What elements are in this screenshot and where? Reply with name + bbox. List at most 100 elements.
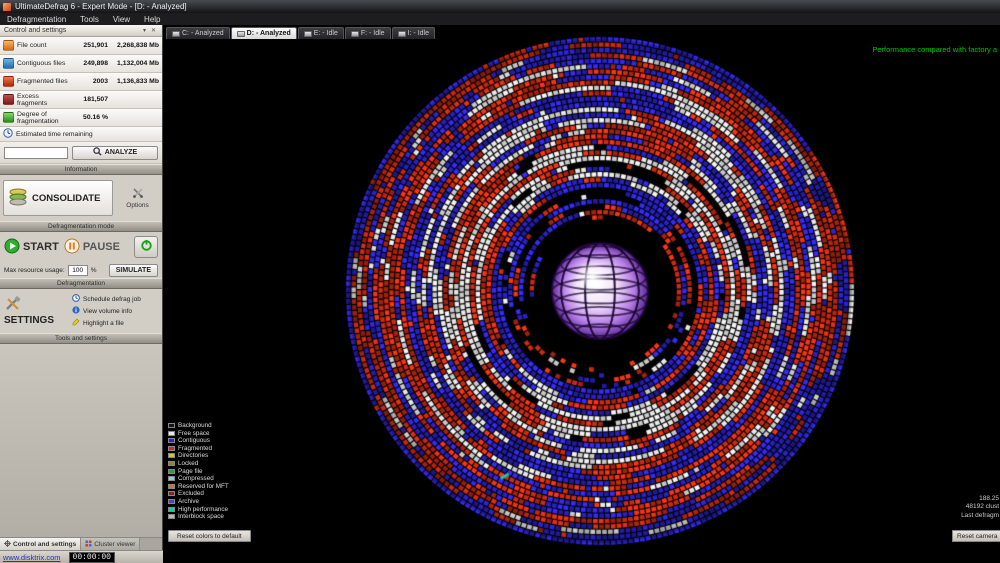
stat-label: File count — [17, 42, 71, 49]
stat-row-contiguous: Contiguous files 249,898 1,132,004 Mb — [0, 55, 162, 73]
tab-control-and-settings[interactable]: Control and settings — [0, 538, 81, 550]
legend-label: Interblock space — [178, 513, 224, 520]
performance-note: Performance compared with factory a — [872, 45, 997, 54]
view-volume-info-label: View volume info — [83, 308, 132, 315]
drive-tab-c[interactable]: C: - Analyzed — [166, 27, 230, 39]
schedule-defrag-label: Schedule defrag job — [83, 296, 141, 303]
drive-tab-d[interactable]: D: - Analyzed — [231, 27, 297, 39]
drive-tab-label: F: - Idle — [361, 30, 385, 37]
legend-color-swatch[interactable] — [168, 469, 175, 474]
fragmented-files-icon — [3, 76, 14, 87]
legend-color-swatch[interactable] — [168, 461, 175, 466]
legend-color-swatch[interactable] — [168, 453, 175, 458]
legend-label: Contiguous — [178, 437, 210, 444]
info-icon — [72, 306, 80, 316]
stop-button[interactable] — [134, 236, 158, 258]
disk-info-line: 48192 clust — [961, 503, 999, 512]
statusbar: www.disktrix.com 00:00:00 — [0, 550, 1000, 563]
clock-icon — [3, 125, 13, 143]
legend-color-swatch[interactable] — [168, 514, 175, 519]
highlight-file-label: Highlight a file — [83, 320, 124, 327]
percent-label: % — [91, 267, 97, 274]
stat-label: Excess fragments — [17, 93, 71, 107]
gear-icon — [4, 540, 11, 549]
stat-row-file-count: File count 251,901 2,268,838 Mb — [0, 37, 162, 55]
start-button[interactable]: START — [4, 238, 59, 257]
legend-label: Excluded — [178, 490, 204, 497]
highlight-file-link[interactable]: Highlight a file — [72, 318, 158, 328]
schedule-defrag-link[interactable]: Schedule defrag job — [72, 294, 158, 304]
drive-icon — [304, 31, 312, 37]
disktrix-link[interactable]: www.disktrix.com — [3, 553, 61, 562]
consolidate-button[interactable]: CONSOLIDATE — [3, 180, 113, 216]
play-icon — [4, 238, 20, 257]
drive-icon — [237, 31, 245, 37]
pause-icon — [64, 238, 80, 257]
app-icon — [3, 3, 11, 11]
sidebar-header: Control and settings ▾ ✕ — [0, 25, 162, 37]
legend-color-swatch[interactable] — [168, 484, 175, 489]
disk-visualization[interactable] — [163, 25, 1000, 550]
menubar: Defragmentation Tools View Help — [0, 13, 1000, 25]
time-remaining-field[interactable] — [4, 147, 68, 159]
settings-button[interactable]: SETTINGS — [4, 292, 68, 330]
legend-color-swatch[interactable] — [168, 507, 175, 512]
legend-label: Locked — [178, 460, 198, 467]
drive-icon — [172, 31, 180, 37]
reset-camera-button[interactable]: Reset camera — [952, 530, 1000, 542]
tools-area: SETTINGS Schedule defrag job View volume… — [0, 289, 162, 333]
estimated-time-row: Estimated time remaining — [0, 127, 162, 142]
simulate-button[interactable]: SIMULATE — [109, 264, 158, 277]
legend-color-swatch[interactable] — [168, 423, 175, 428]
legend-item: Excluded — [168, 491, 229, 498]
settings-label: SETTINGS — [4, 315, 54, 326]
drive-icon — [398, 31, 406, 37]
drive-icon — [351, 31, 359, 37]
menu-help[interactable]: Help — [137, 15, 167, 24]
reset-colors-button[interactable]: Reset colors to default — [168, 530, 251, 542]
analyze-label: ANALYZE — [105, 149, 137, 156]
drive-tab-e[interactable]: E: - Idle — [298, 27, 344, 39]
menu-defragmentation[interactable]: Defragmentation — [0, 15, 73, 24]
legend-item: Fragmented — [168, 445, 229, 452]
legend-label: High performance — [178, 506, 228, 513]
legend-item: High performance — [168, 506, 229, 513]
legend-color-swatch[interactable] — [168, 446, 175, 451]
options-button[interactable]: Options — [116, 187, 159, 209]
statusbar-left: www.disktrix.com 00:00:00 — [0, 550, 163, 563]
legend-color-swatch[interactable] — [168, 499, 175, 504]
stat-count: 249,898 — [74, 60, 108, 67]
chevron-down-icon[interactable]: ▾ — [140, 27, 149, 34]
menu-view[interactable]: View — [106, 15, 137, 24]
legend-item: Background — [168, 422, 229, 429]
tool-links: Schedule defrag job View volume info Hig… — [72, 294, 158, 328]
drive-tab-i[interactable]: I: - Idle — [392, 27, 435, 39]
legend-item: Archive — [168, 498, 229, 505]
tab-cluster-viewer[interactable]: Cluster viewer — [81, 538, 140, 550]
pause-button[interactable]: PAUSE — [64, 238, 120, 257]
cluster-grid-icon — [85, 540, 92, 549]
stat-label: Contiguous files — [17, 60, 71, 67]
close-icon[interactable]: ✕ — [149, 27, 158, 34]
options-tools-icon — [132, 187, 144, 201]
legend-item: Page file — [168, 468, 229, 475]
disk-view-panel: C: - Analyzed D: - Analyzed E: - Idle F:… — [163, 25, 1000, 550]
legend-color-swatch[interactable] — [168, 476, 175, 481]
legend-color-swatch[interactable] — [168, 431, 175, 436]
legend-item: Compressed — [168, 475, 229, 482]
drive-tab-label: I: - Idle — [408, 30, 429, 37]
drive-tab-label: C: - Analyzed — [182, 30, 224, 37]
legend-item: Contiguous — [168, 437, 229, 444]
stat-count: 2003 — [74, 78, 108, 85]
stat-row-fragmented: Fragmented files 2003 1,136,833 Mb — [0, 73, 162, 91]
menu-tools[interactable]: Tools — [73, 15, 106, 24]
drive-tab-f[interactable]: F: - Idle — [345, 27, 391, 39]
max-resource-input[interactable] — [68, 265, 88, 276]
legend-color-swatch[interactable] — [168, 491, 175, 496]
legend-color-swatch[interactable] — [168, 438, 175, 443]
titlebar: UltimateDefrag 6 - Expert Mode - [D: - A… — [0, 0, 1000, 13]
view-volume-info-link[interactable]: View volume info — [72, 306, 158, 316]
analyze-button[interactable]: ANALYZE — [72, 146, 158, 160]
hammer-wrench-icon — [4, 296, 22, 314]
legend-label: Page file — [178, 468, 203, 475]
